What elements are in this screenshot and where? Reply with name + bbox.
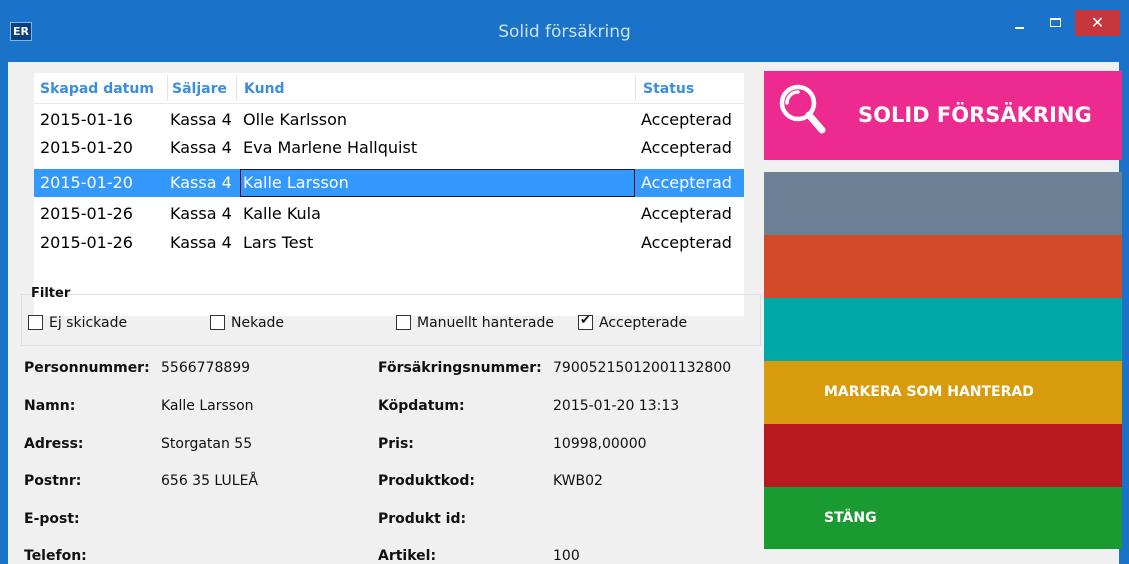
column-header-customer[interactable]: Kund [244, 81, 285, 97]
cell-date: 2015-01-26 [40, 233, 133, 252]
value-postnr: 656 35 LULEÅ [161, 473, 259, 489]
cell-date: 2015-01-16 [40, 110, 133, 129]
label-personnummer: Personnummer: [24, 360, 150, 376]
cell-status: Accepterad [641, 138, 732, 157]
column-separator [635, 75, 636, 101]
label-namn: Namn: [24, 398, 76, 414]
label-produkt-id: Produkt id: [378, 511, 467, 527]
label-postnr: Postnr: [24, 473, 82, 489]
minimize-icon [1015, 27, 1024, 29]
checkbox-icon[interactable] [396, 315, 411, 330]
cell-date: 2015-01-20 [40, 138, 133, 157]
table-row[interactable]: 2015-01-20 Kassa 4 Eva Marlene Hallquist… [34, 134, 744, 162]
filter-nekade-checkbox[interactable]: Nekade [210, 315, 284, 331]
cell-status: Accepterad [641, 233, 732, 252]
cell-seller: Kassa 4 [170, 138, 232, 157]
title-bar[interactable]: ER Solid försäkring ✕ [0, 0, 1129, 62]
filter-manuellt-hanterade-checkbox[interactable]: Manuellt hanterade [396, 315, 554, 331]
label-pris: Pris: [378, 436, 414, 452]
value-adress: Storgatan 55 [161, 436, 253, 452]
brand-tile[interactable]: SOLID FÖRSÄKRING [764, 71, 1122, 160]
tile-red[interactable] [764, 424, 1122, 487]
value-kopdatum: 2015-01-20 13:13 [553, 398, 680, 414]
mark-as-handled-label: MARKERA SOM HANTERAD [824, 384, 1034, 400]
label-epost: E-post: [24, 511, 80, 527]
window-title: Solid försäkring [498, 22, 631, 42]
value-namn: Kalle Larsson [161, 398, 254, 414]
client-area: Skapad datum Säljare Kund Status 2015-01… [8, 62, 1122, 564]
checkbox-label: Manuellt hanterade [417, 315, 554, 331]
table-row[interactable]: 2015-01-16 Kassa 4 Olle Karlsson Accepte… [34, 106, 744, 134]
value-produktkod: KWB02 [553, 473, 603, 489]
cell-seller: Kassa 4 [170, 110, 232, 129]
checkbox-label: Nekade [231, 315, 285, 331]
column-separator [236, 75, 237, 101]
tile-orange[interactable] [764, 235, 1122, 298]
checkbox-label: Accepterade [599, 315, 688, 331]
tile-teal[interactable] [764, 298, 1122, 361]
checkbox-label: Ej skickade [49, 315, 128, 331]
table-header: Skapad datum Säljare Kund Status [34, 73, 744, 104]
value-forsakringsnummer: 79005215012001132800 [553, 360, 732, 376]
sales-table[interactable]: Skapad datum Säljare Kund Status 2015-01… [34, 73, 744, 316]
close-button[interactable]: STÄNG [764, 487, 1122, 549]
column-header-seller[interactable]: Säljare [172, 81, 227, 97]
minimize-button[interactable] [1002, 10, 1036, 36]
close-label: STÄNG [824, 510, 877, 526]
cell-seller: Kassa 4 [170, 233, 232, 252]
column-header-status[interactable]: Status [643, 81, 694, 97]
cell-customer: Olle Karlsson [243, 110, 348, 129]
cell-date: 2015-01-26 [40, 204, 133, 223]
cell-customer: Lars Test [243, 233, 314, 252]
label-kopdatum: Köpdatum: [378, 398, 465, 414]
app-window: ER Solid försäkring ✕ Skapad datum Sälja… [0, 0, 1129, 564]
table-row[interactable]: 2015-01-26 Kassa 4 Kalle Kula Accepterad [34, 200, 744, 228]
checkbox-icon[interactable] [28, 315, 43, 330]
value-pris: 10998,00000 [553, 436, 647, 452]
label-produktkod: Produktkod: [378, 473, 475, 489]
value-artikel: 100 [553, 548, 580, 564]
cell-status: Accepterad [641, 110, 732, 129]
cell-customer: Kalle Kula [243, 204, 321, 223]
brand-title: SOLID FÖRSÄKRING [858, 103, 1092, 127]
label-adress: Adress: [24, 436, 84, 452]
label-forsakringsnummer: Försäkringsnummer: [378, 360, 542, 376]
column-header-date[interactable]: Skapad datum [40, 81, 154, 97]
tile-gray[interactable] [764, 172, 1122, 235]
cell-status: Accepterad [641, 204, 732, 223]
filter-accepterade-checkbox[interactable]: Accepterade [578, 313, 688, 331]
value-personnummer: 5566778899 [161, 360, 251, 376]
table-row[interactable]: 2015-01-26 Kassa 4 Lars Test Accepterad [34, 229, 744, 257]
cell-status: Accepterad [641, 173, 732, 192]
table-row-selected[interactable]: 2015-01-20 Kassa 4 Kalle Larsson Accepte… [34, 169, 744, 197]
close-window-button[interactable]: ✕ [1075, 10, 1120, 36]
cell-seller: Kassa 4 [170, 204, 232, 223]
maximize-icon [1050, 18, 1061, 27]
filter-title: Filter [31, 286, 71, 301]
cell-date: 2015-01-20 [40, 173, 133, 192]
filter-ej-skickade-checkbox[interactable]: Ej skickade [28, 315, 127, 331]
mark-as-handled-button[interactable]: MARKERA SOM HANTERAD [764, 361, 1122, 424]
cell-customer: Eva Marlene Hallquist [243, 138, 418, 157]
column-separator [167, 75, 168, 101]
cell-seller: Kassa 4 [170, 173, 232, 192]
cell-customer: Kalle Larsson [243, 173, 349, 192]
label-artikel: Artikel: [378, 548, 437, 564]
checkbox-checked-icon[interactable] [578, 313, 593, 330]
close-icon: ✕ [1090, 13, 1105, 32]
checkbox-icon[interactable] [210, 315, 225, 330]
maximize-button[interactable] [1038, 10, 1072, 36]
label-telefon: Telefon: [24, 548, 87, 564]
search-icon [779, 84, 826, 134]
